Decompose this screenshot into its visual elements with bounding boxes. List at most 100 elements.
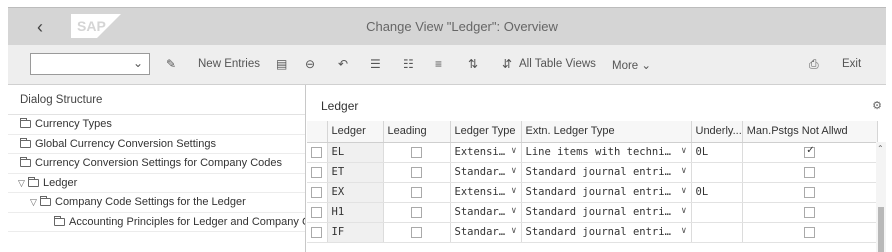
- table-row[interactable]: ET Standar… ∨ Standard journal entri… ∨: [307, 162, 878, 183]
- expand-arrow-icon[interactable]: ▽: [18, 174, 28, 193]
- column-header-man-pstgs[interactable]: Man.Pstgs Not Allwd: [742, 121, 878, 143]
- extn-ledger-type-dropdown[interactable]: Standard journal entri… ∨: [521, 222, 692, 243]
- tree-item-company-code-settings[interactable]: ▽ Company Code Settings for the Ledger: [8, 193, 305, 213]
- glasses-icon[interactable]: ✎: [166, 57, 176, 71]
- ledger-type-value: Standar…: [454, 166, 506, 178]
- chevron-down-icon: ∨: [511, 185, 517, 196]
- tree-item-accounting-principles[interactable]: Accounting Principles for Ledger and Com…: [8, 213, 305, 232]
- delete-icon[interactable]: ⊖: [305, 57, 315, 71]
- tree-item-ledger[interactable]: ▽ Ledger: [8, 174, 305, 193]
- folder-icon: [40, 196, 51, 206]
- column-header-extn-ledger-type[interactable]: Extn. Ledger Type: [521, 121, 692, 143]
- chevron-down-icon: ∨: [681, 145, 687, 156]
- ledger-type-dropdown[interactable]: Extensi… ∨: [450, 142, 522, 163]
- underlying-ledger-field[interactable]: [691, 162, 743, 183]
- expand-arrow-icon[interactable]: ▽: [30, 193, 40, 212]
- ledger-type-dropdown[interactable]: Standar… ∨: [450, 202, 522, 223]
- tree-item-currency-types[interactable]: Currency Types: [8, 115, 305, 135]
- extn-ledger-type-dropdown[interactable]: Standard journal entri… ∨: [521, 182, 692, 203]
- chevron-down-icon: ⌄: [641, 60, 652, 72]
- extn-ledger-type-dropdown[interactable]: Standard journal entri… ∨: [521, 202, 692, 223]
- chevron-down-icon: ∨: [511, 225, 517, 236]
- print-icon[interactable]: ⎙: [809, 57, 819, 71]
- undo-icon[interactable]: ↶: [338, 57, 348, 71]
- dialog-structure-panel: Dialog Structure Currency Types Global C…: [8, 85, 306, 252]
- tree-item-label: Currency Conversion Settings for Company…: [35, 157, 283, 169]
- ledger-panel: Ledger ⚙ Ledger Leading Ledger Type Extn…: [307, 85, 886, 252]
- new-entries-button[interactable]: New Entries: [198, 58, 260, 70]
- dialog-structure-header: Dialog Structure: [8, 85, 305, 115]
- table-header-row: Ledger Leading Ledger Type Extn. Ledger …: [307, 121, 878, 143]
- underlying-ledger-field[interactable]: 0L: [691, 182, 743, 203]
- leading-checkbox[interactable]: [411, 166, 422, 178]
- folder-icon: [20, 137, 31, 148]
- select-block-icon[interactable]: ☷: [403, 57, 414, 71]
- man-pstgs-checkbox[interactable]: [804, 226, 816, 238]
- select-column-header: [307, 121, 328, 143]
- vertical-scrollbar[interactable]: ⌃: [876, 142, 886, 252]
- row-select-checkbox[interactable]: [311, 186, 323, 198]
- column-header-underlying[interactable]: Underly...: [691, 121, 743, 143]
- leading-checkbox[interactable]: [411, 186, 422, 198]
- row-select-checkbox[interactable]: [311, 226, 323, 238]
- folder-open-icon: [28, 176, 39, 187]
- sap-window: ‹ SAP Change View "Ledger": Overview ⌄ ✎…: [0, 0, 892, 252]
- chevron-down-icon: ∨: [681, 225, 687, 236]
- ledger-type-dropdown[interactable]: Extensi… ∨: [450, 182, 522, 203]
- ledger-table: Ledger Leading Ledger Type Extn. Ledger …: [307, 121, 878, 243]
- row-select-checkbox[interactable]: [311, 166, 323, 178]
- deselect-all-icon[interactable]: ≡: [435, 57, 442, 71]
- tree-item-label: Company Code Settings for the Ledger: [55, 196, 246, 208]
- command-field[interactable]: ⌄: [30, 53, 150, 75]
- gear-icon[interactable]: ⚙: [872, 99, 882, 112]
- extn-ledger-type-dropdown[interactable]: Standard journal entri… ∨: [521, 162, 692, 183]
- ledger-type-dropdown[interactable]: Standar… ∨: [450, 162, 522, 183]
- man-pstgs-checkbox[interactable]: [804, 145, 816, 158]
- table-row[interactable]: EL Extensi… ∨ Line items with techni… ∨ 0L: [307, 142, 878, 163]
- exit-button[interactable]: Exit: [842, 58, 861, 70]
- column-header-ledger[interactable]: Ledger: [327, 121, 384, 143]
- underlying-ledger-field[interactable]: 0L: [691, 142, 743, 163]
- table-row[interactable]: IF Standar… ∨ Standard journal entri… ∨: [307, 222, 878, 243]
- column-header-ledger-type[interactable]: Ledger Type: [450, 121, 522, 143]
- page-title: Change View "Ledger": Overview: [366, 19, 558, 34]
- chevron-down-icon: ∨: [511, 145, 517, 156]
- ledger-table-title: Ledger: [321, 99, 359, 113]
- row-select-checkbox[interactable]: [311, 206, 323, 218]
- underlying-ledger-field[interactable]: [691, 202, 743, 223]
- leading-checkbox[interactable]: [411, 206, 422, 218]
- folder-icon: [54, 215, 65, 226]
- extn-ledger-type-value: Standard journal entri…: [525, 206, 671, 218]
- man-pstgs-checkbox[interactable]: [804, 166, 816, 178]
- tree-item-label: Ledger: [43, 176, 78, 189]
- transport-icon[interactable]: ⇅: [468, 57, 478, 71]
- table-row[interactable]: H1 Standar… ∨ Standard journal entri… ∨: [307, 202, 878, 223]
- table-row[interactable]: EX Extensi… ∨ Standard journal entri… ∨ 0L: [307, 182, 878, 203]
- tree-item-currency-conversion-company-codes[interactable]: Currency Conversion Settings for Company…: [8, 154, 305, 174]
- man-pstgs-checkbox[interactable]: [804, 186, 816, 198]
- row-select-checkbox[interactable]: [311, 146, 323, 158]
- tree-item-global-currency-conversion[interactable]: Global Currency Conversion Settings: [8, 135, 305, 154]
- leading-checkbox[interactable]: [411, 226, 422, 238]
- table-views-icon[interactable]: ⇵: [502, 57, 512, 71]
- ledger-cell: H1: [327, 202, 384, 223]
- select-all-icon[interactable]: ☰: [370, 57, 381, 71]
- tree-item-label: Global Currency Conversion Settings: [35, 137, 216, 150]
- ledger-type-dropdown[interactable]: Standar… ∨: [450, 222, 522, 243]
- all-table-views-button[interactable]: All Table Views: [519, 58, 596, 70]
- copy-icon[interactable]: ▤: [276, 57, 287, 71]
- leading-checkbox[interactable]: [411, 146, 422, 158]
- ledger-type-value: Standar…: [454, 206, 506, 218]
- scroll-up-icon[interactable]: ⌃: [877, 144, 884, 153]
- underlying-ledger-field[interactable]: [691, 222, 743, 243]
- extn-ledger-type-dropdown[interactable]: Line items with techni… ∨: [521, 142, 692, 163]
- more-menu-button[interactable]: More ⌄: [612, 58, 651, 72]
- extn-ledger-type-value: Standard journal entri…: [525, 186, 671, 198]
- ledger-cell: EL: [327, 142, 384, 163]
- column-header-leading[interactable]: Leading: [383, 121, 451, 143]
- extn-ledger-type-value: Standard journal entri…: [525, 226, 671, 238]
- ledger-type-value: Extensi…: [454, 146, 506, 158]
- scrollbar-thumb[interactable]: [878, 207, 884, 252]
- man-pstgs-checkbox[interactable]: [804, 206, 816, 218]
- toolbar: ⌄ ✎ New Entries ▤ ⊖ ↶ ☰ ☷ ≡ ⇅ ⇵ All Tabl…: [8, 45, 886, 85]
